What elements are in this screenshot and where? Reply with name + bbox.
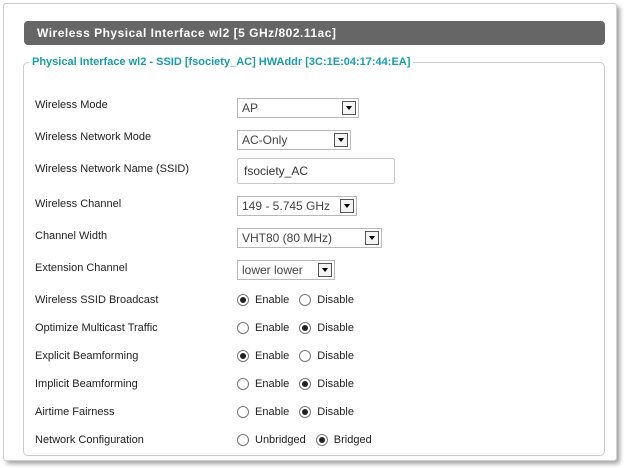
chevron-down-icon	[318, 263, 332, 277]
airtime-fairness-disable-label[interactable]: Disable	[317, 406, 354, 418]
ssid-broadcast-disable-radio[interactable]	[299, 294, 312, 306]
extension-channel-select[interactable]: lower lower	[237, 260, 335, 280]
row-channel-width: Channel Width VHT80 (80 MHz)	[24, 225, 604, 248]
ssid-broadcast-enable-label[interactable]: Enable	[255, 294, 289, 306]
network-mode-select[interactable]: AC-Only	[237, 130, 351, 150]
network-configuration-radio-group: Unbridged Bridged	[237, 434, 382, 446]
extension-channel-label: Extension Channel	[35, 262, 128, 274]
multicast-disable-label[interactable]: Disable	[317, 322, 354, 334]
implicit-beamforming-radio-group: Enable Disable	[237, 378, 364, 390]
implicit-beamforming-disable-label[interactable]: Disable	[317, 378, 354, 390]
chevron-down-icon	[365, 231, 379, 245]
implicit-beamforming-enable-radio[interactable]	[237, 378, 249, 390]
window-frame: Wireless Physical Interface wl2 [5 GHz/8…	[3, 3, 617, 461]
airtime-fairness-enable-radio[interactable]	[237, 406, 249, 418]
network-configuration-unbridged-radio[interactable]	[237, 434, 249, 446]
network-mode-value: AC-Only	[242, 133, 288, 147]
ssid-input[interactable]: fsociety_AC	[237, 158, 395, 184]
channel-width-label: Channel Width	[35, 230, 108, 242]
channel-width-value: VHT80 (80 MHz)	[242, 231, 333, 245]
explicit-beamforming-disable-label[interactable]: Disable	[317, 350, 354, 362]
panel-title: Wireless Physical Interface wl2 [5 GHz/8…	[24, 21, 605, 45]
ssid-broadcast-disable-label[interactable]: Disable	[317, 294, 354, 306]
row-network-mode: Wireless Network Mode AC-Only	[24, 126, 604, 150]
implicit-beamforming-label: Implicit Beamforming	[35, 378, 138, 390]
explicit-beamforming-enable-radio[interactable]	[237, 350, 249, 362]
channel-select[interactable]: 149 - 5.745 GHz	[237, 196, 357, 216]
airtime-fairness-radio-group: Enable Disable	[237, 406, 364, 418]
network-mode-label: Wireless Network Mode	[35, 131, 152, 143]
row-channel: Wireless Channel 149 - 5.745 GHz	[24, 193, 604, 216]
implicit-beamforming-disable-radio[interactable]	[299, 378, 312, 390]
multicast-enable-label[interactable]: Enable	[255, 322, 289, 334]
wireless-mode-label: Wireless Mode	[35, 99, 108, 111]
fieldset-legend: Physical Interface wl2 - SSID [fsociety_…	[32, 56, 411, 68]
chevron-down-icon	[340, 199, 354, 213]
multicast-enable-radio[interactable]	[237, 322, 249, 334]
multicast-disable-radio[interactable]	[299, 322, 312, 334]
multicast-radio-group: Enable Disable	[237, 322, 364, 334]
physical-interface-fieldset: Physical Interface wl2 - SSID [fsociety_…	[23, 56, 605, 456]
airtime-fairness-enable-label[interactable]: Enable	[255, 406, 289, 418]
network-configuration-unbridged-label[interactable]: Unbridged	[255, 434, 306, 446]
explicit-beamforming-enable-label[interactable]: Enable	[255, 350, 289, 362]
wireless-mode-select[interactable]: AP	[237, 98, 359, 118]
multicast-label: Optimize Multicast Traffic	[35, 322, 158, 334]
wireless-mode-value: AP	[242, 101, 259, 115]
network-configuration-bridged-radio[interactable]	[315, 434, 328, 446]
ssid-label: Wireless Network Name (SSID)	[35, 163, 190, 175]
explicit-beamforming-radio-group: Enable Disable	[237, 350, 364, 362]
implicit-beamforming-enable-label[interactable]: Enable	[255, 378, 289, 390]
airtime-fairness-label: Airtime Fairness	[35, 406, 115, 418]
channel-width-select[interactable]: VHT80 (80 MHz)	[237, 228, 382, 248]
chevron-down-icon	[334, 133, 348, 147]
extension-channel-value: lower lower	[242, 263, 303, 277]
channel-label: Wireless Channel	[35, 198, 122, 210]
explicit-beamforming-disable-radio[interactable]	[299, 350, 312, 362]
row-wireless-mode: Wireless Mode AP	[24, 94, 604, 118]
chevron-down-icon	[342, 101, 356, 115]
network-configuration-bridged-label[interactable]: Bridged	[334, 434, 372, 446]
airtime-fairness-disable-radio[interactable]	[299, 406, 312, 418]
network-configuration-label: Network Configuration	[35, 434, 144, 446]
explicit-beamforming-label: Explicit Beamforming	[35, 350, 139, 362]
ssid-broadcast-radio-group: Enable Disable	[237, 294, 364, 306]
ssid-broadcast-enable-radio[interactable]	[237, 294, 249, 306]
ssid-broadcast-label: Wireless SSID Broadcast	[35, 294, 159, 306]
row-extension-channel: Extension Channel lower lower	[24, 257, 604, 280]
channel-value: 149 - 5.745 GHz	[242, 199, 331, 213]
